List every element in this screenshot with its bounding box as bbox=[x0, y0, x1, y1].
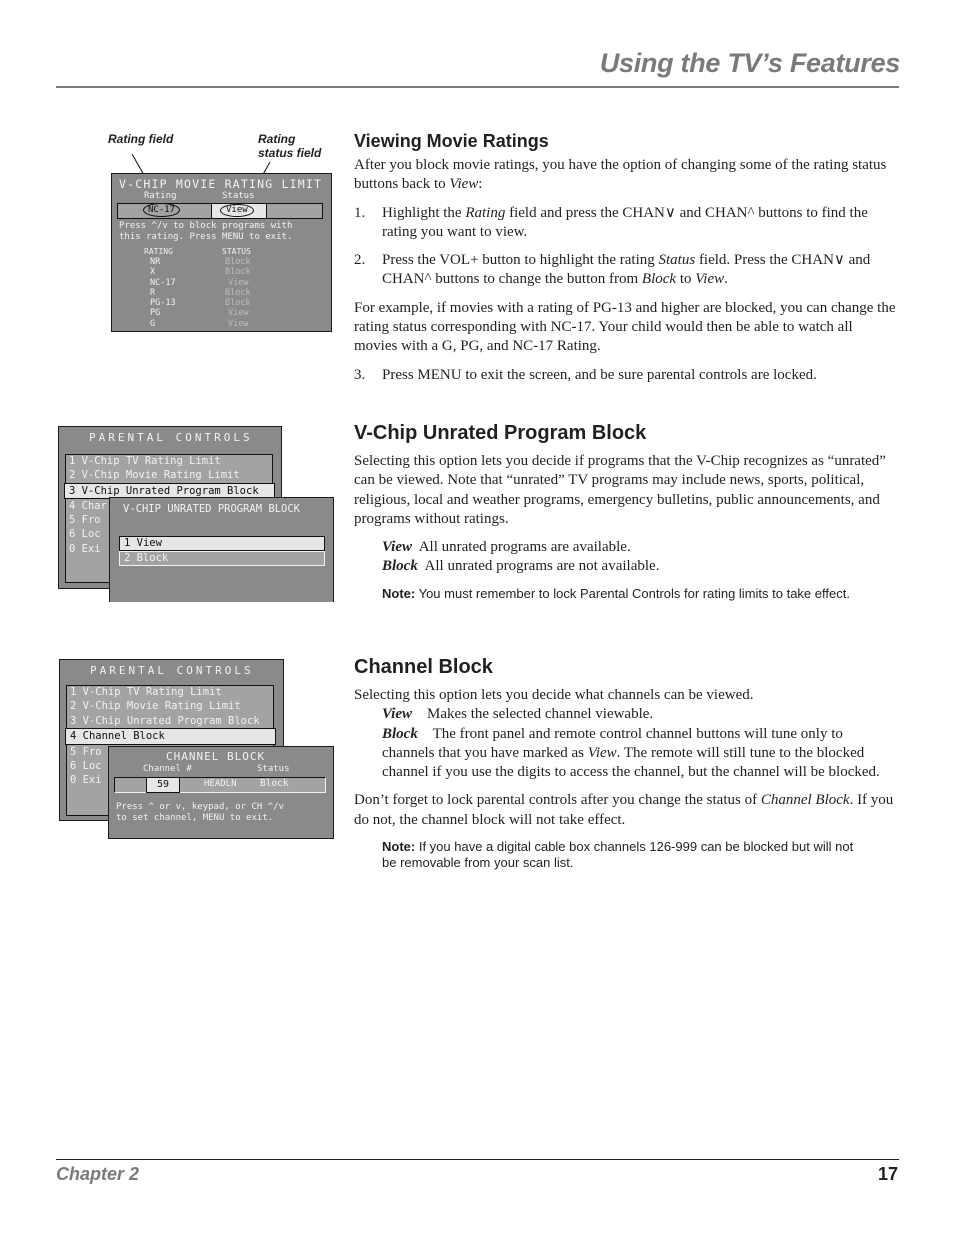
col-header-status: Status bbox=[222, 191, 255, 201]
option-block-label: 2 Block bbox=[124, 552, 169, 564]
view-desc: View Makes the selected channel viewable… bbox=[382, 706, 654, 723]
option-block-desc: Block All unrated programs are not avail… bbox=[382, 558, 660, 575]
menu-item[interactable]: 1 V-Chip TV Rating Limit bbox=[65, 454, 273, 468]
option-view-label: 1 View bbox=[124, 537, 162, 549]
table-header-status: STATUS bbox=[222, 247, 251, 256]
instructions-line-1: Press ^/v to block programs with bbox=[119, 221, 293, 231]
section-heading: Channel Block bbox=[354, 656, 493, 678]
instructions-line-1: Press ^ or v, keypad, or CH ^/v bbox=[116, 802, 284, 812]
section-heading: Viewing Movie Ratings bbox=[354, 131, 549, 151]
menu-item[interactable]: 4 Channel Block bbox=[65, 728, 276, 745]
menu-item[interactable]: 3 V-Chip Unrated Program Block bbox=[66, 714, 274, 728]
rating-status: View bbox=[228, 308, 249, 319]
rating-status: Block bbox=[225, 257, 251, 267]
note: Note: You must remember to lock Parental… bbox=[382, 585, 850, 601]
channel-name: HEADLN bbox=[204, 779, 237, 789]
section-channel-block: Channel Block Selecting this option lets… bbox=[354, 656, 899, 871]
col-header-channel: Channel # bbox=[143, 764, 192, 774]
intro-paragraph: Selecting this option lets you decide wh… bbox=[354, 687, 754, 703]
channel-block-screen: CHANNEL BLOCK Channel # Status 59 HEADLN… bbox=[108, 746, 334, 839]
rating-row[interactable]: PG View bbox=[112, 308, 331, 318]
col-header-rating: Rating bbox=[144, 191, 177, 201]
unrated-program-block-screen: V-CHIP UNRATED PROGRAM BLOCK 1 View 2 Bl… bbox=[109, 497, 334, 602]
table-header-rating: RATING bbox=[144, 247, 173, 256]
rating-label: NR bbox=[150, 257, 161, 267]
section-heading: V-Chip Unrated Program Block bbox=[354, 422, 647, 444]
rating-row[interactable]: NC-17 View bbox=[112, 278, 331, 288]
rating-status: View bbox=[228, 318, 249, 329]
channel-status-field[interactable]: Block bbox=[260, 778, 289, 789]
vchip-movie-rating-screen: V-CHIP MOVIE RATING LIMIT Rating Status … bbox=[111, 173, 332, 332]
rating-status: Block bbox=[225, 298, 251, 309]
rating-row[interactable]: G View bbox=[112, 319, 331, 329]
rating-row[interactable]: X Block bbox=[112, 267, 331, 277]
rating-status: Block bbox=[225, 287, 251, 298]
step-1: 1. Highlight the Rating field and press … bbox=[354, 204, 868, 240]
rating-label: PG bbox=[150, 308, 161, 319]
rating-label: G bbox=[150, 318, 156, 329]
sub-title: V-CHIP UNRATED PROGRAM BLOCK bbox=[123, 503, 301, 515]
option-block[interactable]: 2 Block bbox=[119, 551, 325, 566]
osd-instructions: Press ^ or v, keypad, or CH ^/v to set c… bbox=[116, 802, 284, 823]
page-header-title: Using the TV’s Features bbox=[599, 48, 900, 78]
col-header-status: Status bbox=[257, 764, 290, 774]
footer-rule bbox=[56, 1159, 899, 1160]
menu-title: PARENTAL CONTROLS bbox=[89, 431, 253, 444]
osd-instructions: Press ^/v to block programs with this ra… bbox=[119, 221, 292, 242]
rating-row[interactable]: R Block bbox=[112, 288, 331, 298]
menu-title: PARENTAL CONTROLS bbox=[90, 664, 254, 677]
sub-title: CHANNEL BLOCK bbox=[166, 750, 266, 763]
rating-label: R bbox=[150, 287, 156, 298]
rating-label: NC-17 bbox=[150, 277, 176, 288]
osd-title: V-CHIP MOVIE RATING LIMIT bbox=[119, 177, 323, 191]
status-field[interactable]: View bbox=[220, 204, 254, 217]
rating-row[interactable]: PG-13 Block bbox=[112, 298, 331, 308]
menu-item[interactable]: 2 V-Chip Movie Rating Limit bbox=[65, 468, 273, 482]
rating-label: PG-13 bbox=[150, 298, 176, 309]
rating-table: NR Block X Block NC-17 View R Block PG-13 Block PG… bbox=[112, 257, 331, 329]
rating-label: X bbox=[150, 267, 156, 278]
step-2: 2. Press the VOL+ button to highlight th… bbox=[354, 252, 871, 288]
section-vchip-unrated-program-block: V-Chip Unrated Program Block Selecting t… bbox=[354, 422, 899, 602]
rating-status: View bbox=[228, 277, 249, 288]
footer-chapter: Chapter 2 bbox=[56, 1164, 140, 1184]
menu-item[interactable]: 1 V-Chip TV Rating Limit bbox=[66, 685, 274, 699]
header-rule bbox=[56, 86, 899, 88]
block-desc: Block The front panel and remote control… bbox=[382, 725, 880, 781]
option-list: View All unrated programs are available.… bbox=[354, 538, 899, 577]
note: Note: If you have a digital cable box ch… bbox=[382, 839, 854, 871]
example-paragraph: For example, if movies with a rating of … bbox=[354, 299, 896, 355]
instructions-line-2: this rating. Press MENU to exit. bbox=[119, 231, 293, 242]
section-viewing-movie-ratings: Viewing Movie Ratings After you block mo… bbox=[354, 131, 899, 385]
menu-item[interactable]: 2 V-Chip Movie Rating Limit bbox=[66, 699, 274, 713]
rating-row[interactable]: NR Block bbox=[112, 257, 331, 267]
option-view[interactable]: 1 View bbox=[119, 536, 325, 551]
step-3: 3. Press MENU to exit the screen, and be… bbox=[354, 366, 817, 383]
rating-field[interactable]: NC-17 bbox=[143, 203, 181, 217]
channel-number-field[interactable]: 59 bbox=[146, 777, 180, 793]
page-number: 17 bbox=[877, 1164, 898, 1184]
intro-paragraph: Selecting this option lets you decide if… bbox=[354, 453, 886, 527]
intro-paragraph: After you block movie ratings, you have … bbox=[354, 157, 887, 193]
option-view-desc: View All unrated programs are available. bbox=[382, 539, 631, 556]
instructions-line-2: to set channel, MENU to exit. bbox=[116, 812, 274, 823]
rating-status: Block bbox=[225, 267, 251, 278]
reminder-paragraph: Don’t forget to lock parental controls a… bbox=[354, 792, 894, 828]
